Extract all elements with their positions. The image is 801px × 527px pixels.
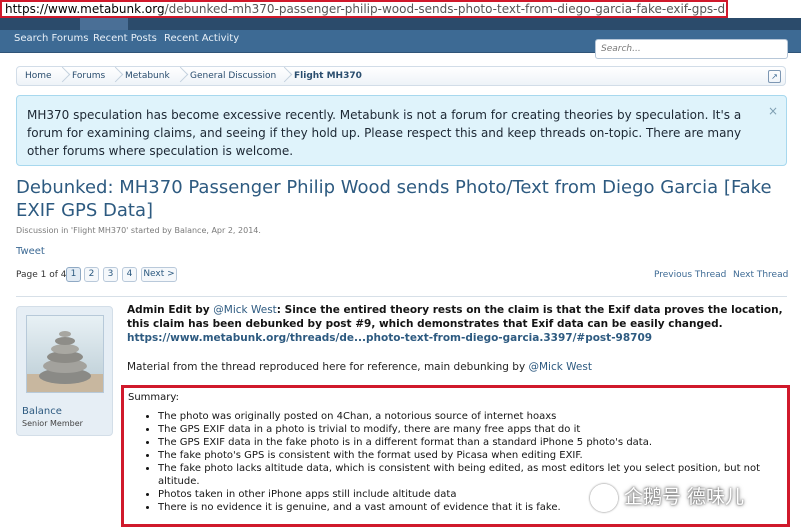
material-note: Material from the thread reproduced here… — [127, 361, 592, 373]
breadcrumb-home[interactable]: Home — [25, 71, 52, 81]
breadcrumb-forums[interactable]: Forums — [72, 71, 105, 81]
url-host: https://www.metabunk.org — [5, 2, 165, 16]
stacked-stones-image — [27, 316, 103, 392]
avatar[interactable] — [26, 315, 104, 393]
breadcrumb-metabunk[interactable]: Metabunk — [125, 71, 170, 81]
admin-edit-note: Admin Edit by @Mick West: Since the enti… — [127, 303, 787, 345]
message-user-info: Balance Senior Member — [16, 306, 113, 436]
next-page-button[interactable]: Next > — [141, 267, 177, 282]
penguin-logo-icon — [590, 483, 618, 512]
breadcrumb-flight-mh370[interactable]: Flight MH370 — [294, 71, 362, 81]
user-title: Senior Member — [22, 419, 83, 428]
thread-title: Debunked: MH370 Passenger Philip Wood se… — [16, 177, 772, 221]
breadcrumb-separator — [57, 67, 67, 85]
top-nav-strip — [0, 18, 801, 30]
breadcrumb-separator — [175, 67, 185, 85]
watermark-text: 企鹅号 德味儿 — [624, 486, 745, 508]
page-label: Page 1 of 4 — [16, 270, 67, 280]
summary-heading: Summary: — [128, 392, 179, 403]
speculation-notice: MH370 speculation has become excessive r… — [16, 95, 787, 166]
nav-recent-posts[interactable]: Recent Posts — [93, 33, 157, 44]
breadcrumb-general-discussion[interactable]: General Discussion — [190, 71, 276, 81]
username[interactable]: Balance — [22, 406, 62, 417]
divider — [16, 296, 787, 297]
post-body: Admin Edit by @Mick West: Since the enti… — [127, 303, 787, 345]
breadcrumb-separator — [279, 67, 289, 85]
watermark: 企鹅号 德味儿 — [590, 482, 790, 516]
list-item: The photo was originally posted on 4Chan… — [158, 410, 781, 423]
mention-mick-west[interactable]: @Mick West — [529, 361, 592, 373]
forums-tab[interactable] — [80, 18, 128, 30]
breadcrumb: Home Forums Metabunk General Discussion … — [16, 66, 786, 86]
address-bar[interactable]: https://www.metabunk.org/debunked-mh370-… — [0, 0, 728, 18]
close-icon[interactable]: × — [768, 102, 778, 120]
search-input[interactable]: Search... — [595, 39, 788, 59]
previous-thread-link[interactable]: Previous Thread — [654, 270, 726, 280]
notice-text: MH370 speculation has become excessive r… — [27, 108, 742, 158]
tweet-button[interactable]: Tweet — [16, 246, 45, 257]
page-1-button[interactable]: 1 — [66, 267, 81, 282]
list-item: The GPS EXIF data in a photo is trivial … — [158, 423, 781, 436]
post-link[interactable]: https://www.metabunk.org/threads/de...ph… — [127, 332, 652, 344]
page-3-button[interactable]: 3 — [103, 267, 118, 282]
material-text: Material from the thread reproduced here… — [127, 361, 529, 373]
list-item: The fake photo's GPS is consistent with … — [158, 449, 781, 462]
next-thread-link[interactable]: Next Thread — [733, 270, 788, 280]
breadcrumb-separator — [110, 67, 120, 85]
mention-mick-west[interactable]: @Mick West — [213, 304, 276, 316]
page-4-button[interactable]: 4 — [122, 267, 137, 282]
nav-search-forums[interactable]: Search Forums — [14, 33, 88, 44]
nav-recent-activity[interactable]: Recent Activity — [164, 33, 239, 44]
list-item: The GPS EXIF data in the fake photo is i… — [158, 436, 781, 449]
jump-to-icon[interactable]: ↗ — [768, 70, 781, 83]
admin-edit-prefix: Admin Edit by — [127, 304, 214, 316]
thread-meta: Discussion in 'Flight MH370' started by … — [16, 226, 261, 235]
url-path: /debunked-mh370-passenger-philip-wood-se… — [164, 2, 728, 16]
page-2-button[interactable]: 2 — [84, 267, 99, 282]
